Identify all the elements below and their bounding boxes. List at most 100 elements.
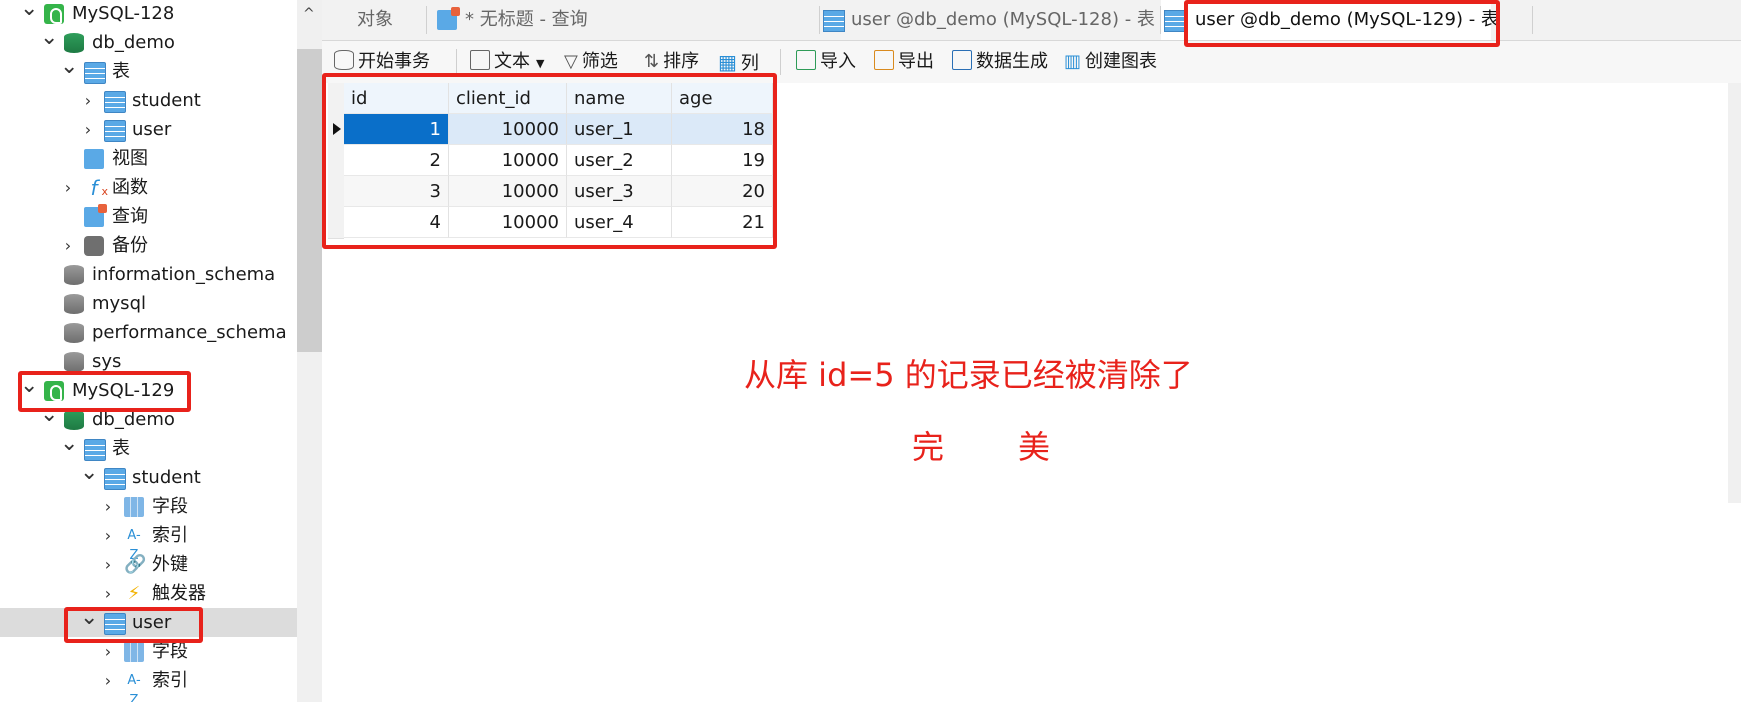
chevron-right-icon[interactable]: › bbox=[60, 173, 76, 202]
chevron-right-icon[interactable]: › bbox=[100, 521, 116, 550]
sort-button[interactable]: ⇅ 排序 bbox=[644, 49, 699, 75]
tree-item[interactable]: 查询 bbox=[0, 202, 297, 231]
tree-item[interactable]: performance_schema bbox=[0, 318, 297, 347]
chevron-down-icon[interactable]: ⌄ bbox=[80, 462, 98, 492]
database-gray-icon bbox=[64, 265, 84, 285]
table-icon bbox=[823, 10, 845, 32]
chevron-down-icon[interactable]: ⌄ bbox=[20, 0, 38, 28]
tree-item-label: MySQL-128 bbox=[72, 3, 175, 24]
trigger-icon: ⚡ bbox=[127, 583, 141, 604]
database-gray-icon bbox=[64, 352, 84, 372]
tab-untitled-query[interactable]: * 无标题 - 查询 bbox=[427, 0, 819, 40]
document-icon bbox=[470, 50, 490, 70]
database-gray-icon bbox=[64, 323, 84, 343]
tree-item-label: 触发器 bbox=[152, 583, 206, 604]
begin-transaction-button[interactable]: 开始事务 bbox=[334, 49, 430, 75]
tables-folder-icon bbox=[84, 439, 106, 461]
tree-item[interactable]: mysql bbox=[0, 289, 297, 318]
tab-user-mysql-128[interactable]: user @db_demo (MySQL-128) - 表 bbox=[820, 0, 1160, 40]
columns-button[interactable]: ▦ 列 bbox=[718, 49, 759, 75]
data-generation-button[interactable]: 数据生成 bbox=[952, 49, 1048, 75]
tree-item-label: 函数 bbox=[112, 177, 148, 198]
tab-objects[interactable]: 对象 bbox=[322, 0, 426, 40]
tree-item[interactable]: 视图 bbox=[0, 144, 297, 173]
fields-icon bbox=[124, 497, 144, 517]
table-icon bbox=[1164, 10, 1186, 32]
database-icon bbox=[334, 50, 354, 70]
highlight-mysql-129 bbox=[18, 371, 191, 412]
annotation-perfect-2: 美 bbox=[1018, 428, 1051, 466]
database-gray-icon bbox=[64, 294, 84, 314]
tree-item[interactable]: ⌄ 表 bbox=[0, 433, 297, 463]
sidebar-scrollbar[interactable]: ^ bbox=[297, 0, 322, 702]
function-icon: f bbox=[84, 178, 108, 202]
sort-icon: ⇅ bbox=[644, 51, 660, 72]
scroll-up-icon[interactable]: ^ bbox=[303, 6, 315, 22]
tree-item[interactable]: › 🔗 外键 bbox=[0, 550, 297, 579]
tree-item[interactable]: ⌄ student bbox=[0, 462, 297, 492]
tree-item-label: student bbox=[132, 90, 201, 111]
tab-bar: 对象 * 无标题 - 查询 user @db_demo (MySQL-128) … bbox=[322, 0, 1741, 41]
dropdown-arrow-icon: ▼ bbox=[536, 57, 545, 70]
tab-label: * 无标题 - 查询 bbox=[465, 9, 588, 30]
chevron-down-icon[interactable]: ⌄ bbox=[60, 433, 78, 463]
tree-item[interactable]: › f函数 bbox=[0, 173, 297, 202]
tree-item[interactable]: information_schema bbox=[0, 260, 297, 289]
import-button[interactable]: 导入 bbox=[796, 49, 856, 75]
highlight-user-table bbox=[64, 607, 203, 643]
chevron-down-icon[interactable]: ⌄ bbox=[40, 27, 58, 57]
button-label: 数据生成 bbox=[976, 51, 1048, 72]
tree-item-label: performance_schema bbox=[92, 322, 287, 343]
query-icon bbox=[437, 7, 460, 30]
tree-item[interactable]: ⌄ 表 bbox=[0, 56, 297, 86]
chevron-right-icon[interactable]: › bbox=[60, 231, 76, 260]
grid-scrollbar[interactable] bbox=[1728, 83, 1741, 503]
chevron-right-icon[interactable]: › bbox=[100, 579, 116, 608]
export-icon bbox=[874, 50, 894, 70]
tree-item-label: 表 bbox=[112, 438, 130, 459]
tree-item[interactable]: › 备份 bbox=[0, 231, 297, 260]
tree-item-label: student bbox=[132, 467, 201, 488]
tree-item[interactable]: › ⚡ 触发器 bbox=[0, 579, 297, 608]
tree-item[interactable]: ⌄ MySQL-128 bbox=[0, 0, 297, 28]
button-label: 导出 bbox=[898, 51, 934, 72]
chevron-right-icon[interactable]: › bbox=[80, 86, 96, 115]
tree-item[interactable]: › user bbox=[0, 115, 297, 144]
table-icon bbox=[104, 468, 126, 490]
button-label: 开始事务 bbox=[358, 51, 430, 72]
database-icon bbox=[64, 410, 84, 430]
tab-label: 对象 bbox=[357, 9, 393, 30]
create-chart-button[interactable]: ▥ 创建图表 bbox=[1064, 49, 1157, 75]
tree-item-label: 索引 bbox=[152, 670, 188, 691]
tab-label: user @db_demo (MySQL-128) - 表 bbox=[851, 9, 1155, 30]
table-icon bbox=[104, 91, 126, 113]
foreign-key-icon: 🔗 bbox=[124, 554, 147, 575]
tree-item-label: 外键 bbox=[152, 554, 188, 575]
highlight-active-tab bbox=[1184, 0, 1500, 47]
filter-button[interactable]: ▽ 筛选 bbox=[564, 49, 618, 75]
button-label: 文本 bbox=[494, 51, 530, 72]
index-icon: A-Z bbox=[127, 528, 141, 563]
tree-item-label: db_demo bbox=[92, 32, 175, 53]
annotation-perfect-1: 完 bbox=[912, 428, 945, 466]
chevron-right-icon[interactable]: › bbox=[100, 492, 116, 521]
chevron-down-icon[interactable]: ⌄ bbox=[60, 56, 78, 86]
tree-item-label: 索引 bbox=[152, 525, 188, 546]
tree-item[interactable]: › A-Z 索引 bbox=[0, 666, 297, 702]
index-icon: A-Z bbox=[127, 673, 141, 702]
tree-item[interactable]: ⌄ db_demo bbox=[0, 27, 297, 57]
tree-item-label: 表 bbox=[112, 61, 130, 82]
tree-item[interactable]: › 字段 bbox=[0, 492, 297, 521]
backup-icon bbox=[84, 236, 104, 256]
chevron-right-icon[interactable]: › bbox=[80, 115, 96, 144]
query-icon bbox=[84, 204, 107, 227]
text-button[interactable]: 文本 ▼ bbox=[470, 49, 544, 75]
scrollbar-thumb[interactable] bbox=[297, 49, 322, 352]
tree-item[interactable]: › A-Z 索引 bbox=[0, 521, 297, 563]
chevron-right-icon[interactable]: › bbox=[100, 666, 116, 695]
export-button[interactable]: 导出 bbox=[874, 49, 934, 75]
annotation-note: 从库 id=5 的记录已经被清除了 bbox=[744, 356, 1193, 394]
chevron-right-icon[interactable]: › bbox=[100, 550, 116, 579]
tree-item[interactable]: › student bbox=[0, 86, 297, 115]
button-label: 列 bbox=[740, 53, 759, 74]
